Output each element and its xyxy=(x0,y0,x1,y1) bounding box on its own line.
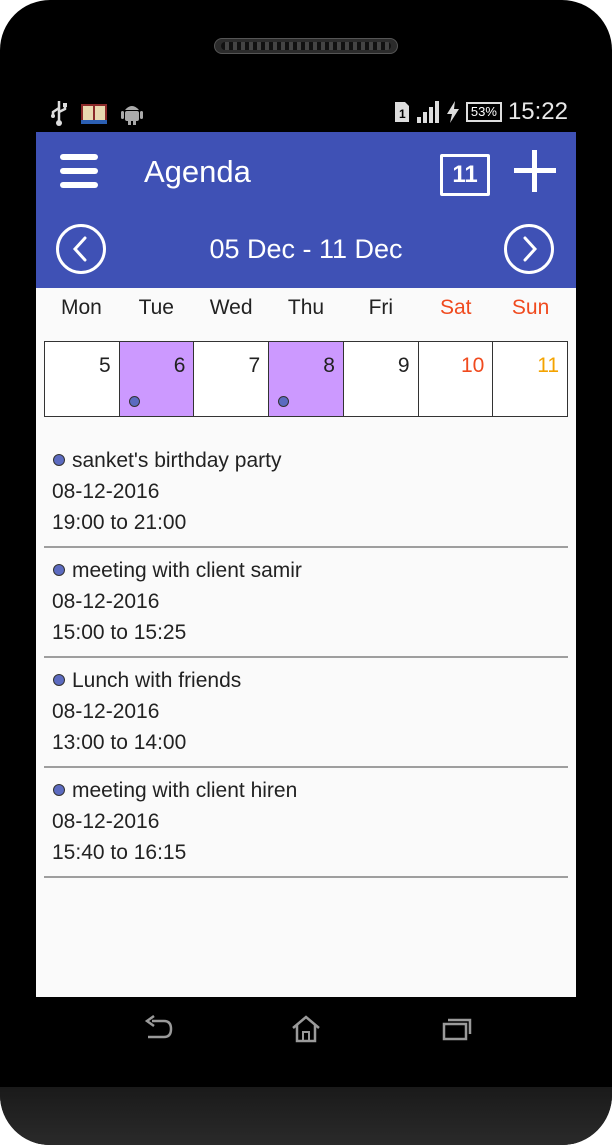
day-number: 7 xyxy=(248,354,261,377)
weekday-wed: Wed xyxy=(209,296,253,319)
day-cell-mon[interactable]: 5 xyxy=(45,342,120,416)
event-date: 08-12-2016 xyxy=(52,810,160,833)
home-icon[interactable] xyxy=(288,1015,324,1043)
recent-apps-icon[interactable] xyxy=(438,1015,474,1043)
event-time: 13:00 to 14:00 xyxy=(52,731,187,754)
android-icon xyxy=(121,106,143,125)
sim-icon: 1 xyxy=(394,102,409,122)
book-app-icon xyxy=(81,104,107,124)
add-event-button[interactable] xyxy=(514,150,556,192)
day-number: 9 xyxy=(397,354,410,377)
day-cell-sat[interactable]: 10 xyxy=(419,342,494,416)
day-cell-sun[interactable]: 11 xyxy=(493,342,567,416)
svg-text:1: 1 xyxy=(399,107,406,121)
status-bar: 1 53% 15:22 xyxy=(36,92,576,132)
app-screen: Agenda 11 05 Dec - 11 Dec Mon Tue Wed Th… xyxy=(36,132,576,997)
event-bullet-icon xyxy=(53,564,65,576)
weekday-mon: Mon xyxy=(61,296,102,319)
event-time: 15:40 to 16:15 xyxy=(52,841,187,864)
weekday-header-row: Mon Tue Wed Thu Fri Sat Sun xyxy=(44,296,568,328)
today-button[interactable]: 11 xyxy=(440,154,490,196)
event-title: meeting with client samir xyxy=(72,559,302,582)
week-range-label: 05 Dec - 11 Dec xyxy=(209,234,403,264)
event-date: 08-12-2016 xyxy=(52,700,160,723)
charging-icon xyxy=(446,101,459,123)
event-date: 08-12-2016 xyxy=(52,590,160,613)
day-number: 5 xyxy=(99,354,111,377)
event-title: meeting with client hiren xyxy=(72,779,298,802)
chevron-right-icon xyxy=(523,236,538,262)
event-item[interactable]: Lunch with friends 08-12-2016 13:00 to 1… xyxy=(44,658,568,768)
signal-icon xyxy=(416,101,439,123)
day-cell-thu[interactable]: 8 xyxy=(269,342,344,416)
earpiece-speaker xyxy=(214,38,398,54)
event-indicator-dot xyxy=(278,396,290,407)
day-cell-fri[interactable]: 9 xyxy=(344,342,419,416)
event-item[interactable]: meeting with client samir 08-12-2016 15:… xyxy=(44,548,568,658)
next-week-button[interactable] xyxy=(504,224,554,274)
day-cell-tue[interactable]: 6 xyxy=(119,342,195,416)
event-date: 08-12-2016 xyxy=(52,480,160,503)
page-title: Agenda xyxy=(144,154,251,189)
usb-icon xyxy=(51,101,67,126)
event-bullet-icon xyxy=(53,784,65,796)
event-item[interactable]: sanket's birthday party 08-12-2016 19:00… xyxy=(44,438,568,548)
day-cell-wed[interactable]: 7 xyxy=(194,342,270,416)
day-number: 10 xyxy=(460,354,485,377)
event-bullet-icon xyxy=(53,674,65,686)
week-navigation-bar: 05 Dec - 11 Dec xyxy=(36,214,576,288)
phone-bottom-bezel xyxy=(0,1087,612,1145)
weekday-tue: Tue xyxy=(138,296,174,319)
event-title: Lunch with friends xyxy=(72,669,242,692)
app-bar: Agenda 11 xyxy=(36,132,576,214)
weekday-sun: Sun xyxy=(511,296,550,319)
day-number: 6 xyxy=(173,354,186,377)
day-number: 11 xyxy=(537,354,560,377)
phone-frame: 1 53% 15:22 Agenda 11 05 Dec - 11 Dec Mo… xyxy=(0,0,612,1145)
event-item[interactable]: meeting with client hiren 08-12-2016 15:… xyxy=(44,768,568,878)
event-indicator-dot xyxy=(128,396,140,407)
weekday-thu: Thu xyxy=(287,296,325,319)
event-list: sanket's birthday party 08-12-2016 19:00… xyxy=(44,438,568,878)
hamburger-menu-icon[interactable] xyxy=(60,154,98,192)
event-time: 15:00 to 15:25 xyxy=(52,621,187,644)
back-icon[interactable] xyxy=(140,1015,176,1043)
event-bullet-icon xyxy=(53,454,65,466)
event-time: 19:00 to 21:00 xyxy=(52,511,187,534)
event-title: sanket's birthday party xyxy=(72,449,282,472)
week-day-grid: 5 6 7 8 9 10 11 xyxy=(44,341,568,417)
status-time: 15:22 xyxy=(507,98,568,125)
battery-icon: 53% xyxy=(465,102,502,122)
system-nav-bar xyxy=(36,997,576,1059)
day-number: 8 xyxy=(323,354,335,377)
weekday-fri: Fri xyxy=(368,296,394,319)
weekday-sat: Sat xyxy=(439,296,472,319)
